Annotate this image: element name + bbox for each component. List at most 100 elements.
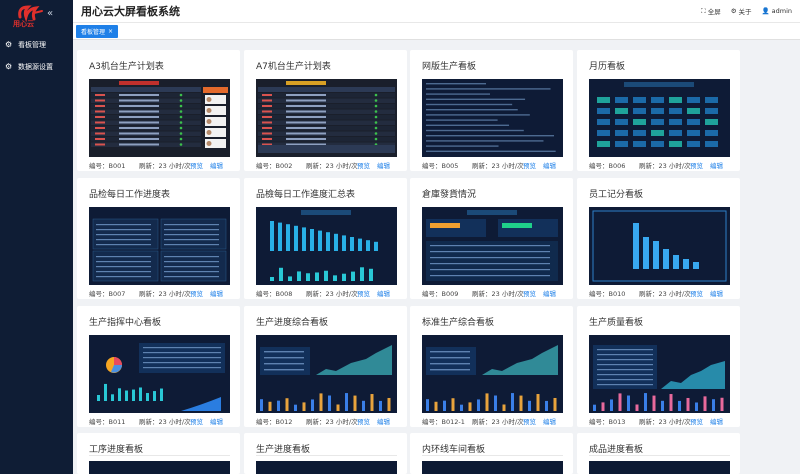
card-title: 生产进度看板: [256, 445, 311, 455]
board-card: A7机台生产计划表 编号：B002 刷新：23 小时/次 预览 编辑: [244, 50, 407, 171]
board-thumbnail[interactable]: [422, 335, 563, 413]
edit-link[interactable]: 编辑: [377, 416, 390, 426]
board-thumbnail[interactable]: [422, 207, 563, 285]
card-title: 成品进度看板: [589, 445, 644, 455]
card-title: 品检每日工作进度表: [89, 190, 171, 200]
sidebar-item-datasource[interactable]: ⚙ 数据源设置: [0, 58, 73, 76]
user-menu[interactable]: 👤 admin: [762, 6, 792, 16]
board-thumbnail[interactable]: [256, 335, 397, 413]
board-refresh: 刷新：23 小时/次: [139, 418, 191, 426]
gear-icon: ⚙: [5, 40, 13, 49]
edit-link[interactable]: 编辑: [543, 416, 556, 426]
preview-link[interactable]: 预览: [357, 160, 370, 170]
card-title: 倉庫發貨情況: [422, 190, 477, 200]
board-code: 编号：B002: [256, 162, 293, 170]
card-title: 员工记分看板: [589, 190, 644, 200]
edit-link[interactable]: 编辑: [710, 288, 723, 298]
board-thumbnail[interactable]: [256, 79, 397, 157]
board-card: 生产进度看板: [244, 433, 407, 474]
preview-link[interactable]: 预览: [523, 160, 536, 170]
board-thumbnail[interactable]: [589, 207, 730, 285]
preview-link[interactable]: 预览: [190, 288, 203, 298]
edit-link[interactable]: 编辑: [210, 160, 223, 170]
preview-link[interactable]: 预览: [690, 288, 703, 298]
page-title: 用心云大屏看板系统: [81, 5, 180, 18]
board-card: 工序进度看板: [77, 433, 240, 474]
board-card: 倉庫發貨情況 编号：B009 刷新：23 小时/次 预览 编辑: [410, 178, 573, 299]
board-refresh: 刷新：23 小时/次: [639, 418, 691, 426]
card-title: 内环线车间看板: [422, 445, 486, 455]
divider: [256, 455, 397, 456]
close-icon[interactable]: ×: [108, 28, 113, 35]
preview-link[interactable]: 预览: [523, 416, 536, 426]
divider: [589, 455, 730, 456]
board-code: 编号：B010: [589, 290, 626, 298]
board-thumbnail[interactable]: [89, 461, 230, 474]
board-code: 编号：B013: [589, 418, 626, 426]
tab-label: 看板管理: [81, 29, 106, 36]
board-thumbnail[interactable]: [589, 79, 730, 157]
preview-link[interactable]: 预览: [690, 416, 703, 426]
board-refresh: 刷新：23 小时/次: [306, 418, 358, 426]
card-title: 生产指挥中心看板: [89, 318, 162, 328]
board-thumbnail[interactable]: [422, 461, 563, 474]
board-code: 编号：B007: [89, 290, 126, 298]
preview-link[interactable]: 预览: [523, 288, 536, 298]
card-title: 标准生产综合看板: [422, 318, 495, 328]
board-code: 编号：B006: [589, 162, 626, 170]
fullscreen-button[interactable]: ⛶ 全屏: [701, 6, 721, 17]
preview-link[interactable]: 预览: [357, 416, 370, 426]
card-title: A3机台生产计划表: [89, 62, 164, 72]
board-thumbnail[interactable]: [89, 335, 230, 413]
card-title: A7机台生产计划表: [256, 62, 331, 72]
board-code: 编号：B008: [256, 290, 293, 298]
edit-link[interactable]: 编辑: [210, 416, 223, 426]
board-thumbnail[interactable]: [89, 79, 230, 157]
board-card: 生产指挥中心看板 编号：B011 刷新：23 小时/次 预览 编辑: [77, 306, 240, 427]
board-card: 成品进度看板: [577, 433, 740, 474]
board-thumbnail[interactable]: [256, 207, 397, 285]
preview-link[interactable]: 预览: [190, 160, 203, 170]
tab-bar: 看板管理 ×: [73, 22, 800, 40]
card-title: 月历看板: [589, 62, 626, 72]
settings-icon: ⚙: [730, 7, 737, 15]
card-title: 网版生产看板: [422, 62, 477, 72]
header: 用心云大屏看板系统 ⛶ 全屏 ⚙ 关于 👤 admin: [73, 0, 800, 22]
board-thumbnail[interactable]: [589, 461, 730, 474]
edit-link[interactable]: 编辑: [710, 160, 723, 170]
board-card: 月历看板 编号：B006 刷新：23 小时/次 预览 编辑: [577, 50, 740, 171]
about-label: 关于: [738, 8, 752, 16]
about-button[interactable]: ⚙ 关于: [731, 6, 752, 16]
fullscreen-icon: ⛶: [701, 6, 706, 15]
user-icon: 👤: [761, 7, 770, 15]
board-card: 网版生产看板 编号：B005 刷新：23 小时/次 预览 编辑: [410, 50, 573, 171]
board-thumbnail[interactable]: [256, 461, 397, 474]
sidebar: 用心云 « ⚙ 看板管理 ⚙ 数据源设置: [0, 0, 73, 474]
collapse-icon[interactable]: «: [47, 8, 53, 19]
preview-link[interactable]: 预览: [690, 160, 703, 170]
divider: [422, 455, 563, 456]
edit-link[interactable]: 编辑: [543, 160, 556, 170]
sidebar-item-board-manage[interactable]: ⚙ 看板管理: [0, 36, 73, 54]
board-thumbnail[interactable]: [422, 79, 563, 157]
preview-link[interactable]: 预览: [190, 416, 203, 426]
board-refresh: 刷新：23 小时/次: [306, 162, 358, 170]
board-card: 内环线车间看板: [410, 433, 573, 474]
divider: [89, 455, 230, 456]
board-thumbnail[interactable]: [589, 335, 730, 413]
tab-board-manage[interactable]: 看板管理 ×: [76, 25, 119, 38]
board-refresh: 刷新：23 小时/次: [472, 290, 524, 298]
card-title: 品檢每日工作進度汇总表: [256, 190, 356, 200]
edit-link[interactable]: 编辑: [543, 288, 556, 298]
edit-link[interactable]: 编辑: [210, 288, 223, 298]
board-refresh: 刷新：23 小时/次: [472, 418, 524, 426]
card-title: 生产进度综合看板: [256, 318, 329, 328]
board-code: 编号：B011: [89, 418, 126, 426]
edit-link[interactable]: 编辑: [377, 288, 390, 298]
edit-link[interactable]: 编辑: [377, 160, 390, 170]
logo-text: 用心云: [13, 20, 34, 28]
preview-link[interactable]: 预览: [357, 288, 370, 298]
board-code: 编号：B005: [422, 162, 459, 170]
edit-link[interactable]: 编辑: [710, 416, 723, 426]
board-thumbnail[interactable]: [89, 207, 230, 285]
